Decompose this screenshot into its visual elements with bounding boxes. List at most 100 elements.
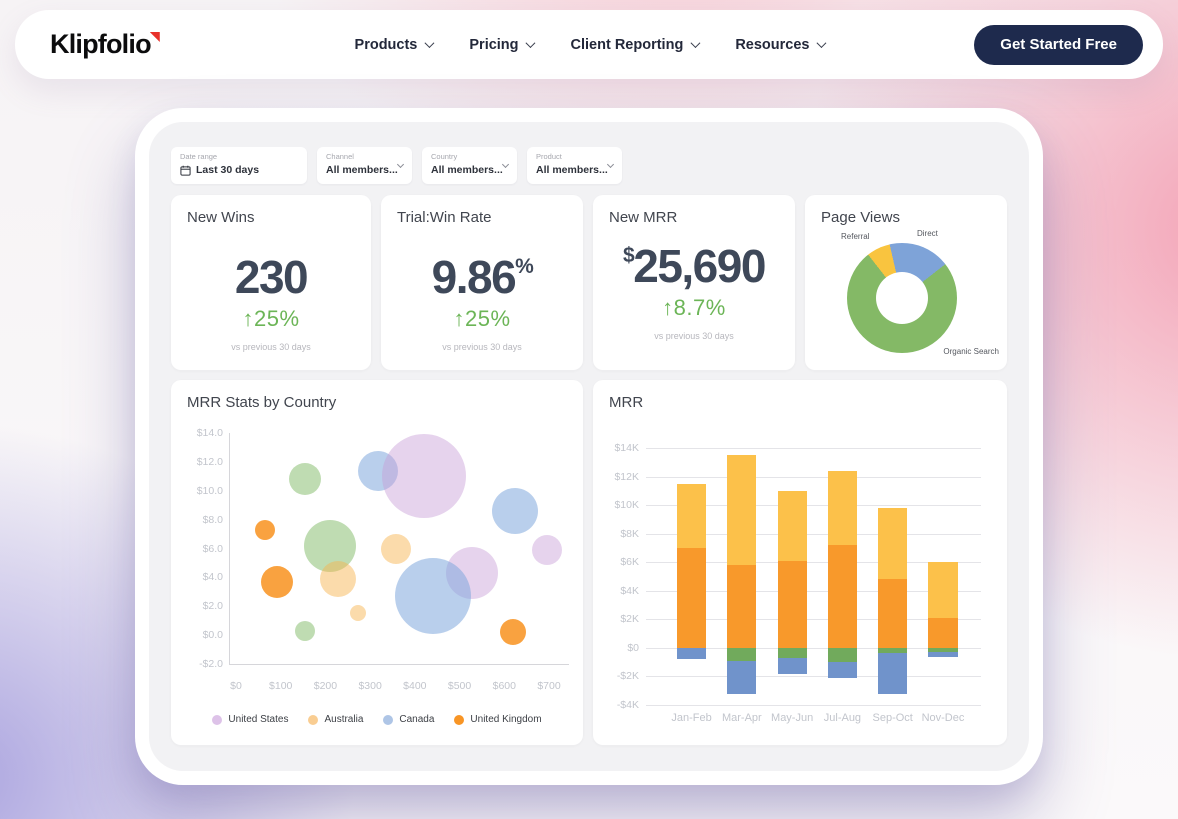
filter-value: All members...: [431, 164, 503, 176]
y-tick-label: $2.0: [202, 600, 223, 613]
filter-label: Date range: [180, 152, 218, 161]
bar-segment-orange: [727, 565, 757, 648]
kpi-card-trial-win-rate: Trial:Win Rate 9.86% ↑25% vs previous 30…: [381, 195, 583, 370]
gridline: [646, 476, 981, 478]
page-views-donut: [847, 243, 957, 353]
y-tick-label: $0.0: [202, 629, 223, 642]
donut-label-direct: Direct: [917, 229, 938, 238]
legend-item: United States: [212, 714, 288, 725]
bar-segment-blue: [827, 662, 857, 678]
y-tick-label: $0: [627, 641, 639, 654]
bar-plot: [646, 448, 981, 706]
kpi-value: 230: [235, 254, 309, 300]
kpi-note: vs previous 30 days: [442, 342, 522, 352]
y-tick-label: -$2K: [616, 670, 639, 683]
card-title: New MRR: [609, 209, 678, 226]
bar-segment-yellow: [727, 455, 757, 566]
kpi-note: vs previous 30 days: [231, 342, 311, 352]
nav-item-resources[interactable]: Resources: [735, 37, 827, 53]
dashboard-inner: Date range Last 30 days Channel All memb…: [149, 122, 1029, 771]
x-tick-label: Sep-Oct: [872, 712, 913, 724]
legend-label: United Kingdom: [470, 714, 542, 725]
chevron-down-icon: [816, 38, 827, 49]
bar-x-labels: Jan-Feb Mar-Apr May-Jun Jul-Aug Sep-Oct Nov-D…: [646, 712, 981, 726]
gridline: [646, 676, 981, 678]
nav-item-label: Pricing: [469, 36, 519, 53]
bar-segment-green: [827, 647, 857, 663]
filter-date-range[interactable]: Date range Last 30 days: [171, 147, 307, 184]
donut-label-organic-search: Organic Search: [943, 347, 999, 356]
filter-country[interactable]: Country All members...: [422, 147, 517, 184]
y-tick-label: $6.0: [202, 542, 223, 555]
filter-value: All members...: [326, 164, 398, 176]
y-tick-label: $8.0: [202, 513, 223, 526]
y-tick-label: $10.0: [196, 484, 223, 497]
bar-segment-yellow: [777, 490, 807, 561]
y-tick-label: $2K: [620, 613, 639, 626]
bubble-canada: [394, 558, 471, 635]
page-views-donut-chart: [847, 243, 957, 353]
kpi-delta: ↑8.7%: [662, 295, 726, 320]
y-tick-label: $4K: [620, 584, 639, 597]
nav-item-label: Client Reporting: [570, 36, 684, 53]
navbar: Klipfolio Products Pricing Client Report…: [15, 10, 1163, 79]
y-tick-label: $4.0: [202, 571, 223, 584]
bubble-united-kingdom: [255, 519, 276, 540]
y-tick-label: $10K: [614, 499, 639, 512]
x-tick-label: $200: [313, 680, 338, 692]
bar-segment-orange: [676, 547, 707, 648]
nav-item-client-reporting[interactable]: Client Reporting: [570, 36, 701, 53]
mrr-stats-by-country-card: MRR Stats by Country $14.0 $12.0 $10.0 $8.0…: [171, 380, 583, 745]
bar-segment-green: [777, 647, 807, 658]
x-tick-label: Mar-Apr: [721, 712, 762, 724]
bubble-legend: United States Australia Canada United Kingd…: [171, 714, 583, 725]
filter-value: Last 30 days: [196, 164, 260, 176]
bubble-australia: [381, 533, 412, 564]
kpi-card-new-mrr: New MRR $25,690 ↑8.7% vs previous 30 day…: [593, 195, 795, 370]
filter-label: Product: [536, 152, 562, 161]
calendar-icon: [180, 165, 191, 176]
logo-text: Klipfolio: [50, 29, 152, 59]
gridline: [646, 705, 981, 706]
legend-label: Australia: [324, 714, 364, 725]
filter-channel[interactable]: Channel All members...: [317, 147, 412, 184]
donut-label-referral: Referral: [841, 232, 870, 241]
logo-flag-icon: [149, 32, 160, 42]
x-tick-label: Nov-Dec: [921, 712, 965, 724]
chart-title: MRR Stats by Country: [187, 394, 337, 411]
nav-item-pricing[interactable]: Pricing: [469, 36, 536, 53]
bar-segment-blue: [777, 657, 807, 674]
kpi-delta: ↑25%: [453, 306, 511, 331]
filter-product[interactable]: Product All members...: [527, 147, 622, 184]
card-title: Page Views: [821, 209, 900, 226]
x-axis-line: [229, 664, 569, 665]
bubble-australia: [349, 605, 366, 622]
bar-segment-orange: [928, 617, 958, 648]
bar-y-labels: $14K $12K $10K $8K $6K $4K $2K $0 -$2K -$4K: [593, 442, 639, 711]
x-tick-label: $700: [537, 680, 561, 692]
y-tick-label: $8K: [620, 527, 639, 540]
bar-segment-orange: [777, 560, 807, 648]
gridline: [646, 448, 981, 449]
get-started-button[interactable]: Get Started Free: [974, 24, 1143, 65]
bubble-united-states: [531, 534, 562, 565]
x-tick-label: $400: [403, 680, 427, 692]
chevron-down-icon: [525, 38, 536, 49]
y-tick-label: $14.0: [196, 427, 223, 439]
klipfolio-logo[interactable]: Klipfolio: [50, 29, 160, 60]
bubble-plot: [236, 433, 562, 664]
charts-row: MRR Stats by Country $14.0 $12.0 $10.0 $8.0…: [171, 380, 1007, 745]
legend-item: Australia: [308, 714, 363, 725]
bubble-x-ticks: $0 $100 $200 $300 $400 $500 $600 $700: [230, 680, 561, 694]
bar-segment-yellow: [676, 483, 707, 548]
legend-dot: [308, 714, 319, 725]
filter-row: Date range Last 30 days Channel All memb…: [171, 147, 622, 184]
chevron-down-icon: [424, 38, 435, 49]
y-tick-label: $6K: [620, 556, 639, 569]
bubble-other: [289, 463, 322, 496]
filter-label: Channel: [326, 152, 354, 161]
kpi-number: 9.86: [431, 251, 517, 303]
x-tick-label: $500: [447, 680, 472, 692]
nav-item-products[interactable]: Products: [355, 37, 435, 53]
kpi-suffix: %: [515, 255, 534, 278]
